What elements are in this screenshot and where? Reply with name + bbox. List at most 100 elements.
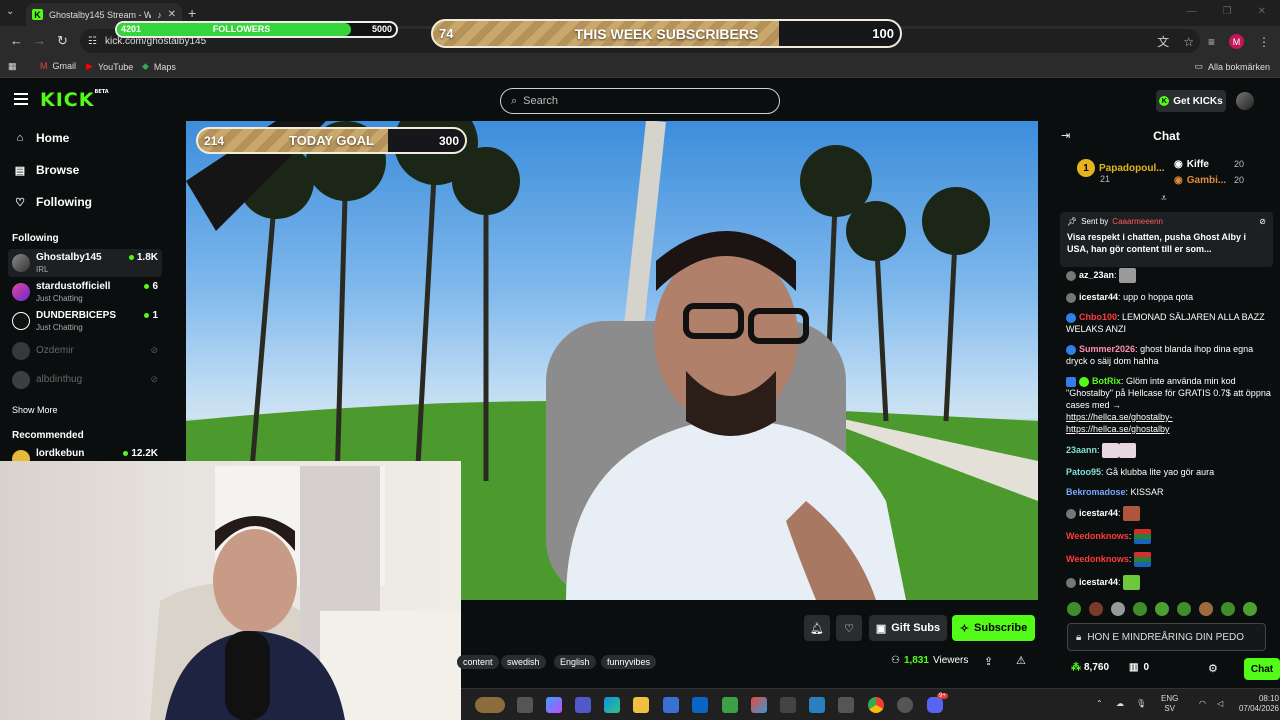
show-more-link[interactable]: Show More	[12, 405, 58, 415]
bookmark-star-icon[interactable]: ☆	[1183, 35, 1194, 49]
quick-emote-icon[interactable]	[1089, 602, 1103, 616]
subscribe-button[interactable]: ✧ Subscribe	[952, 615, 1035, 641]
nav-home[interactable]: ⌂ Home	[14, 131, 70, 145]
tag-swedish[interactable]: swedish	[501, 655, 546, 669]
search-input[interactable]: ⌕ Search	[500, 88, 780, 114]
copilot-icon[interactable]	[546, 697, 562, 713]
top-gifter-1[interactable]: 1 Papadopoul...	[1077, 159, 1165, 177]
follow-heart-button[interactable]: ♡	[836, 615, 862, 641]
quick-emote-icon[interactable]	[1111, 602, 1125, 616]
store-icon[interactable]	[663, 697, 679, 713]
tray-chevron-icon[interactable]: ⌃	[1096, 699, 1103, 709]
following-channel-ozdemir[interactable]: Ozdemir ⊘	[8, 337, 162, 365]
following-channel-stardustofficiell[interactable]: stardustofficiell Just Chatting 6	[8, 278, 162, 306]
media-icon[interactable]: ≡	[1208, 35, 1215, 49]
mail-icon[interactable]	[692, 697, 708, 713]
app-icon[interactable]	[838, 697, 854, 713]
chat-input[interactable]: 🔒︎ HON E MINDREÅRING DIN PEDO	[1067, 623, 1266, 651]
channel-points[interactable]: ⁂ 8,760	[1071, 662, 1109, 673]
following-channel-ghostalby145[interactable]: Ghostalby145 IRL 1.8K	[8, 249, 162, 277]
speaker-icon[interactable]: ♪	[157, 10, 162, 20]
translate-icon[interactable]: 文	[1157, 33, 1169, 50]
app-icon[interactable]	[780, 697, 796, 713]
user-avatar[interactable]	[1236, 92, 1254, 110]
chat-username[interactable]: Summer2026	[1079, 344, 1135, 354]
back-icon[interactable]: ←	[10, 33, 23, 48]
gift-subs-button[interactable]: ▣ Gift Subs	[869, 615, 947, 641]
close-window-icon[interactable]: ✕	[1258, 6, 1266, 17]
report-warning-icon[interactable]: ⚠	[1016, 654, 1026, 667]
chat-username[interactable]: icestar44	[1079, 508, 1118, 518]
tray-mic-icon[interactable]: 🎙︎	[1136, 699, 1146, 709]
teams-icon[interactable]	[575, 697, 591, 713]
file-explorer-icon[interactable]	[633, 697, 649, 713]
new-tab-button[interactable]: +	[188, 5, 196, 21]
unpin-icon[interactable]: ⊘	[1259, 217, 1266, 226]
forward-icon[interactable]: →	[33, 33, 46, 48]
widgets-icon[interactable]	[475, 697, 505, 713]
language-indicator[interactable]: ENG SV	[1161, 694, 1178, 714]
chat-username[interactable]: icestar44	[1079, 577, 1118, 587]
wifi-icon[interactable]: ◠	[1199, 699, 1206, 709]
nav-browse[interactable]: ▤ Browse	[14, 163, 80, 177]
minimize-icon[interactable]: —	[1187, 6, 1197, 17]
following-channel-dunderbiceps[interactable]: DUNDERBICEPS Just Chatting 1	[8, 307, 162, 335]
chat-username[interactable]: Patoo95	[1066, 467, 1101, 477]
top-gifter-3[interactable]: ◉ Gambi...	[1174, 175, 1226, 186]
app-icon[interactable]	[809, 697, 825, 713]
chat-username[interactable]: BotRix	[1092, 376, 1121, 386]
volume-icon[interactable]: ◁	[1217, 699, 1223, 709]
quick-emote-icon[interactable]	[1243, 602, 1257, 616]
quick-emote-icon[interactable]	[1221, 602, 1235, 616]
edge-icon[interactable]	[604, 697, 620, 713]
nav-following[interactable]: ♡ Following	[14, 195, 92, 209]
tab-search-icon[interactable]: ⌄	[6, 6, 14, 17]
top-gifter-2[interactable]: ◉ Kiffe	[1174, 159, 1209, 170]
chat-username[interactable]: Bekromadose	[1066, 487, 1126, 497]
recommended-channel-lordkebun[interactable]: lordkebun 12.2K	[8, 445, 162, 461]
profile-avatar[interactable]: M	[1229, 34, 1244, 49]
expand-leaderboard-icon[interactable]: ⩡	[1161, 193, 1167, 204]
chat-username[interactable]: Weedonknows	[1066, 531, 1129, 541]
apps-grid-icon[interactable]: ▦	[8, 61, 17, 72]
tray-cloud-icon[interactable]: ☁	[1116, 699, 1124, 709]
obs-icon[interactable]	[897, 697, 913, 713]
all-bookmarks[interactable]: ▭ Alla bokmärken	[1194, 61, 1270, 72]
quick-emote-icon[interactable]	[1155, 602, 1169, 616]
chat-username[interactable]: icestar44	[1079, 292, 1118, 302]
bookmark-youtube[interactable]: ▶ YouTube	[86, 61, 133, 72]
chat-username[interactable]: Weedonknows	[1066, 554, 1129, 564]
bookmark-gmail[interactable]: M Gmail	[40, 61, 76, 71]
site-info-icon[interactable]: ☷	[88, 36, 97, 47]
quick-emote-icon[interactable]	[1177, 602, 1191, 616]
menu-dots-icon[interactable]: ⋮	[1258, 35, 1270, 49]
chat-link[interactable]: https://hellca.se/ghostalby-https://hell…	[1066, 412, 1173, 434]
reload-icon[interactable]: ↻	[57, 33, 68, 49]
quick-emote-icon[interactable]	[1067, 602, 1081, 616]
bookmark-maps[interactable]: ◆ Maps	[142, 61, 176, 72]
notification-bell-button[interactable]: 🔔︎	[804, 615, 830, 641]
hamburger-menu-icon[interactable]	[14, 93, 28, 105]
clock[interactable]: 08:10 07/04/2026	[1229, 694, 1279, 714]
quick-emote-icon[interactable]	[1133, 602, 1147, 616]
chat-username[interactable]: Chbo100	[1079, 312, 1117, 322]
chat-username[interactable]: 23aann	[1066, 445, 1097, 455]
get-kicks-button[interactable]: K Get KICKs	[1156, 90, 1226, 112]
task-view-icon[interactable]	[517, 697, 533, 713]
gear-icon[interactable]: ⚙	[1208, 662, 1218, 675]
following-channel-albdinthug[interactable]: albdinthug ⊘	[8, 366, 162, 394]
share-icon[interactable]: ⇪	[984, 655, 993, 668]
app-icon[interactable]	[751, 697, 767, 713]
tag-english[interactable]: English	[554, 655, 596, 669]
chat-username[interactable]: az_23an	[1079, 270, 1114, 280]
maximize-icon[interactable]: ❐	[1223, 6, 1232, 17]
tag-content[interactable]: content	[457, 655, 499, 669]
discord-icon[interactable]	[927, 697, 943, 713]
quick-emote-icon[interactable]	[1199, 602, 1213, 616]
send-chat-button[interactable]: Chat	[1244, 658, 1280, 680]
pinned-message[interactable]: 📌︎ Sent by Caaarmeeenn ⊘ Visa respekt i …	[1060, 212, 1273, 267]
close-tab-icon[interactable]: ✕	[168, 9, 176, 20]
shield-icon[interactable]	[722, 697, 738, 713]
kicks-balance[interactable]: ▥ 0	[1129, 662, 1149, 673]
tag-funnyvibes[interactable]: funnyvibes	[601, 655, 657, 669]
